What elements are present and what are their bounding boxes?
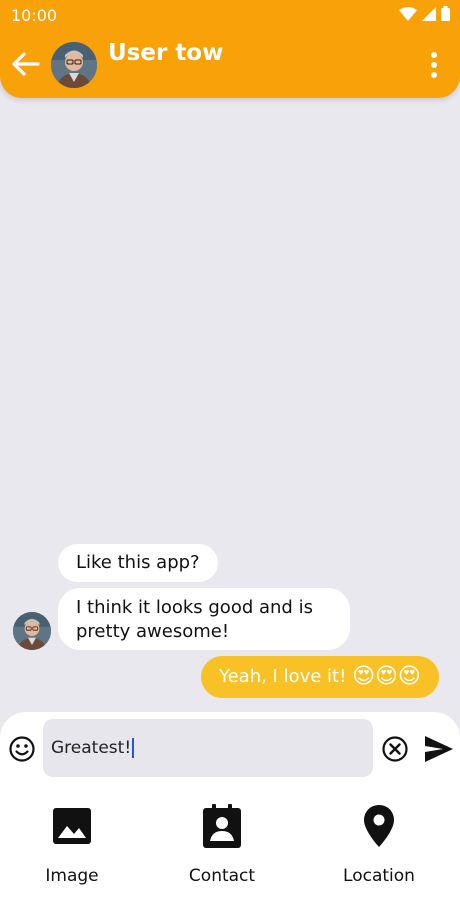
avatar-photo (51, 42, 97, 88)
attach-contact-button[interactable]: Contact (172, 804, 272, 886)
status-time: 10:00 (11, 6, 58, 25)
contact-icon (203, 804, 241, 848)
clear-icon[interactable] (381, 735, 409, 763)
avatar[interactable] (51, 42, 97, 88)
message-input-value: Greatest! (51, 738, 132, 758)
attach-image-button[interactable]: Image (22, 804, 122, 886)
attach-location-button[interactable]: Location (329, 804, 429, 886)
signal-icon (422, 6, 436, 21)
heart-eyes-emoji: 😍😍😍 (352, 664, 421, 689)
sent-message: Yeah, I love it! 😍😍😍 (201, 656, 439, 698)
attach-contact-label: Contact (188, 866, 256, 886)
composer-panel: Greatest! Image Contact Location (0, 712, 460, 900)
back-arrow-icon[interactable] (10, 48, 42, 80)
battery-icon (441, 6, 450, 21)
image-icon (53, 808, 91, 844)
emoji-icon[interactable] (8, 735, 36, 763)
received-message: Like this app? (58, 544, 218, 582)
attach-location-label: Location (343, 866, 415, 886)
wifi-icon (399, 6, 417, 21)
status-bar: 10:00 (0, 0, 460, 30)
text-cursor (132, 738, 135, 758)
status-icons (399, 6, 450, 21)
page-title: User tow (108, 40, 224, 66)
message-input[interactable]: Greatest! (43, 719, 373, 777)
sender-avatar (13, 612, 51, 650)
app-header: 10:00 User tow (0, 0, 460, 98)
received-message: I think it looks good and is pretty awes… (58, 588, 350, 650)
send-icon[interactable] (423, 734, 455, 764)
attach-image-label: Image (45, 866, 99, 886)
location-pin-icon (364, 805, 394, 847)
sent-message-text: Yeah, I love it! (219, 666, 353, 687)
more-vertical-icon[interactable] (424, 50, 444, 80)
avatar-photo (13, 612, 51, 650)
